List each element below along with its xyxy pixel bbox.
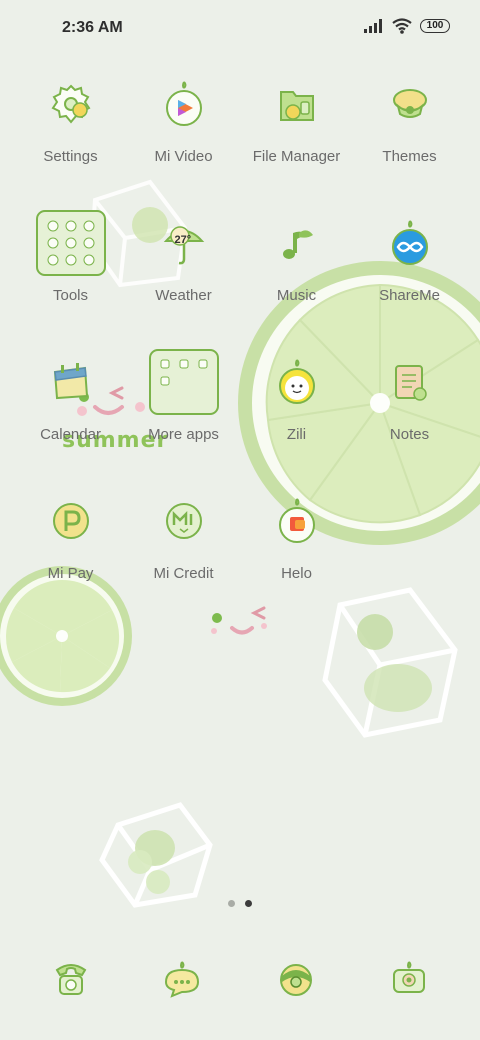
more-apps-folder-icon [148, 349, 220, 415]
app-file-manager[interactable]: File Manager [240, 72, 353, 192]
app-mi-pay[interactable]: Mi Pay [14, 489, 127, 609]
app-label: Tools [52, 287, 89, 304]
music-icon [261, 211, 333, 275]
signal-icon [364, 19, 382, 33]
app-themes[interactable]: Themes [353, 72, 466, 192]
smiley-face-center [211, 606, 267, 635]
app-label: Mi Pay [47, 565, 94, 582]
ice-cube-right [322, 587, 458, 738]
app-label: Mi Video [154, 148, 213, 165]
app-label: Notes [389, 426, 430, 443]
calendar-icon [35, 350, 107, 414]
app-label: Settings [43, 148, 98, 165]
app-notes[interactable]: Notes [353, 350, 466, 470]
dock-camera[interactable] [379, 948, 439, 1008]
battery-icon: 100 [420, 19, 450, 33]
settings-icon [35, 72, 107, 136]
status-bar: 2:36 AM 100 [0, 0, 480, 56]
app-label: ShareMe [379, 287, 440, 304]
mi-credit-icon [148, 489, 220, 553]
status-time: 2:36 AM [62, 19, 123, 36]
app-weather[interactable]: 27° Weather [127, 211, 240, 331]
notes-icon [374, 350, 446, 414]
app-label: Themes [382, 148, 437, 165]
helo-icon [261, 489, 333, 553]
dock-phone[interactable] [41, 948, 101, 1008]
app-label: Zili [286, 426, 307, 443]
app-helo[interactable]: Helo [240, 489, 353, 609]
themes-icon [374, 72, 446, 136]
browser-icon [280, 964, 312, 996]
messages-icon [164, 961, 200, 998]
camera-icon [393, 961, 425, 993]
app-more-apps-folder[interactable]: More apps [127, 349, 240, 470]
app-mi-credit[interactable]: Mi Credit [127, 489, 240, 609]
shareme-icon [374, 211, 446, 275]
page-dot-2-active[interactable] [245, 900, 252, 907]
app-label: Calendar [40, 426, 101, 443]
dock-browser[interactable] [266, 948, 326, 1008]
mi-video-icon [148, 72, 220, 136]
app-label: Weather [155, 287, 212, 304]
mi-pay-icon [35, 489, 107, 553]
app-tools-folder[interactable]: Tools [14, 210, 127, 331]
app-calendar[interactable]: Calendar [14, 350, 127, 470]
weather-temperature: 27° [174, 234, 192, 246]
page-dot-1[interactable] [228, 900, 235, 907]
app-music[interactable]: Music [240, 211, 353, 331]
app-label: Helo [281, 565, 312, 582]
status-icons: 100 [364, 18, 450, 34]
page-indicator[interactable] [0, 900, 480, 907]
app-zili[interactable]: Zili [240, 350, 353, 470]
zili-icon [261, 350, 333, 414]
dock-messages[interactable] [152, 948, 212, 1008]
phone-icon [55, 964, 87, 995]
app-label: Music [276, 287, 317, 304]
weather-icon: 27° [148, 211, 220, 275]
dock [0, 948, 480, 1008]
app-label: More apps [148, 426, 219, 443]
app-settings[interactable]: Settings [14, 72, 127, 192]
app-mi-video[interactable]: Mi Video [127, 72, 240, 192]
wifi-icon [392, 18, 412, 34]
app-shareme[interactable]: ShareMe [353, 211, 466, 331]
app-label: Mi Credit [153, 565, 214, 582]
app-label: File Manager [252, 148, 341, 165]
file-manager-icon [261, 72, 333, 136]
tools-folder-icon [35, 210, 107, 276]
